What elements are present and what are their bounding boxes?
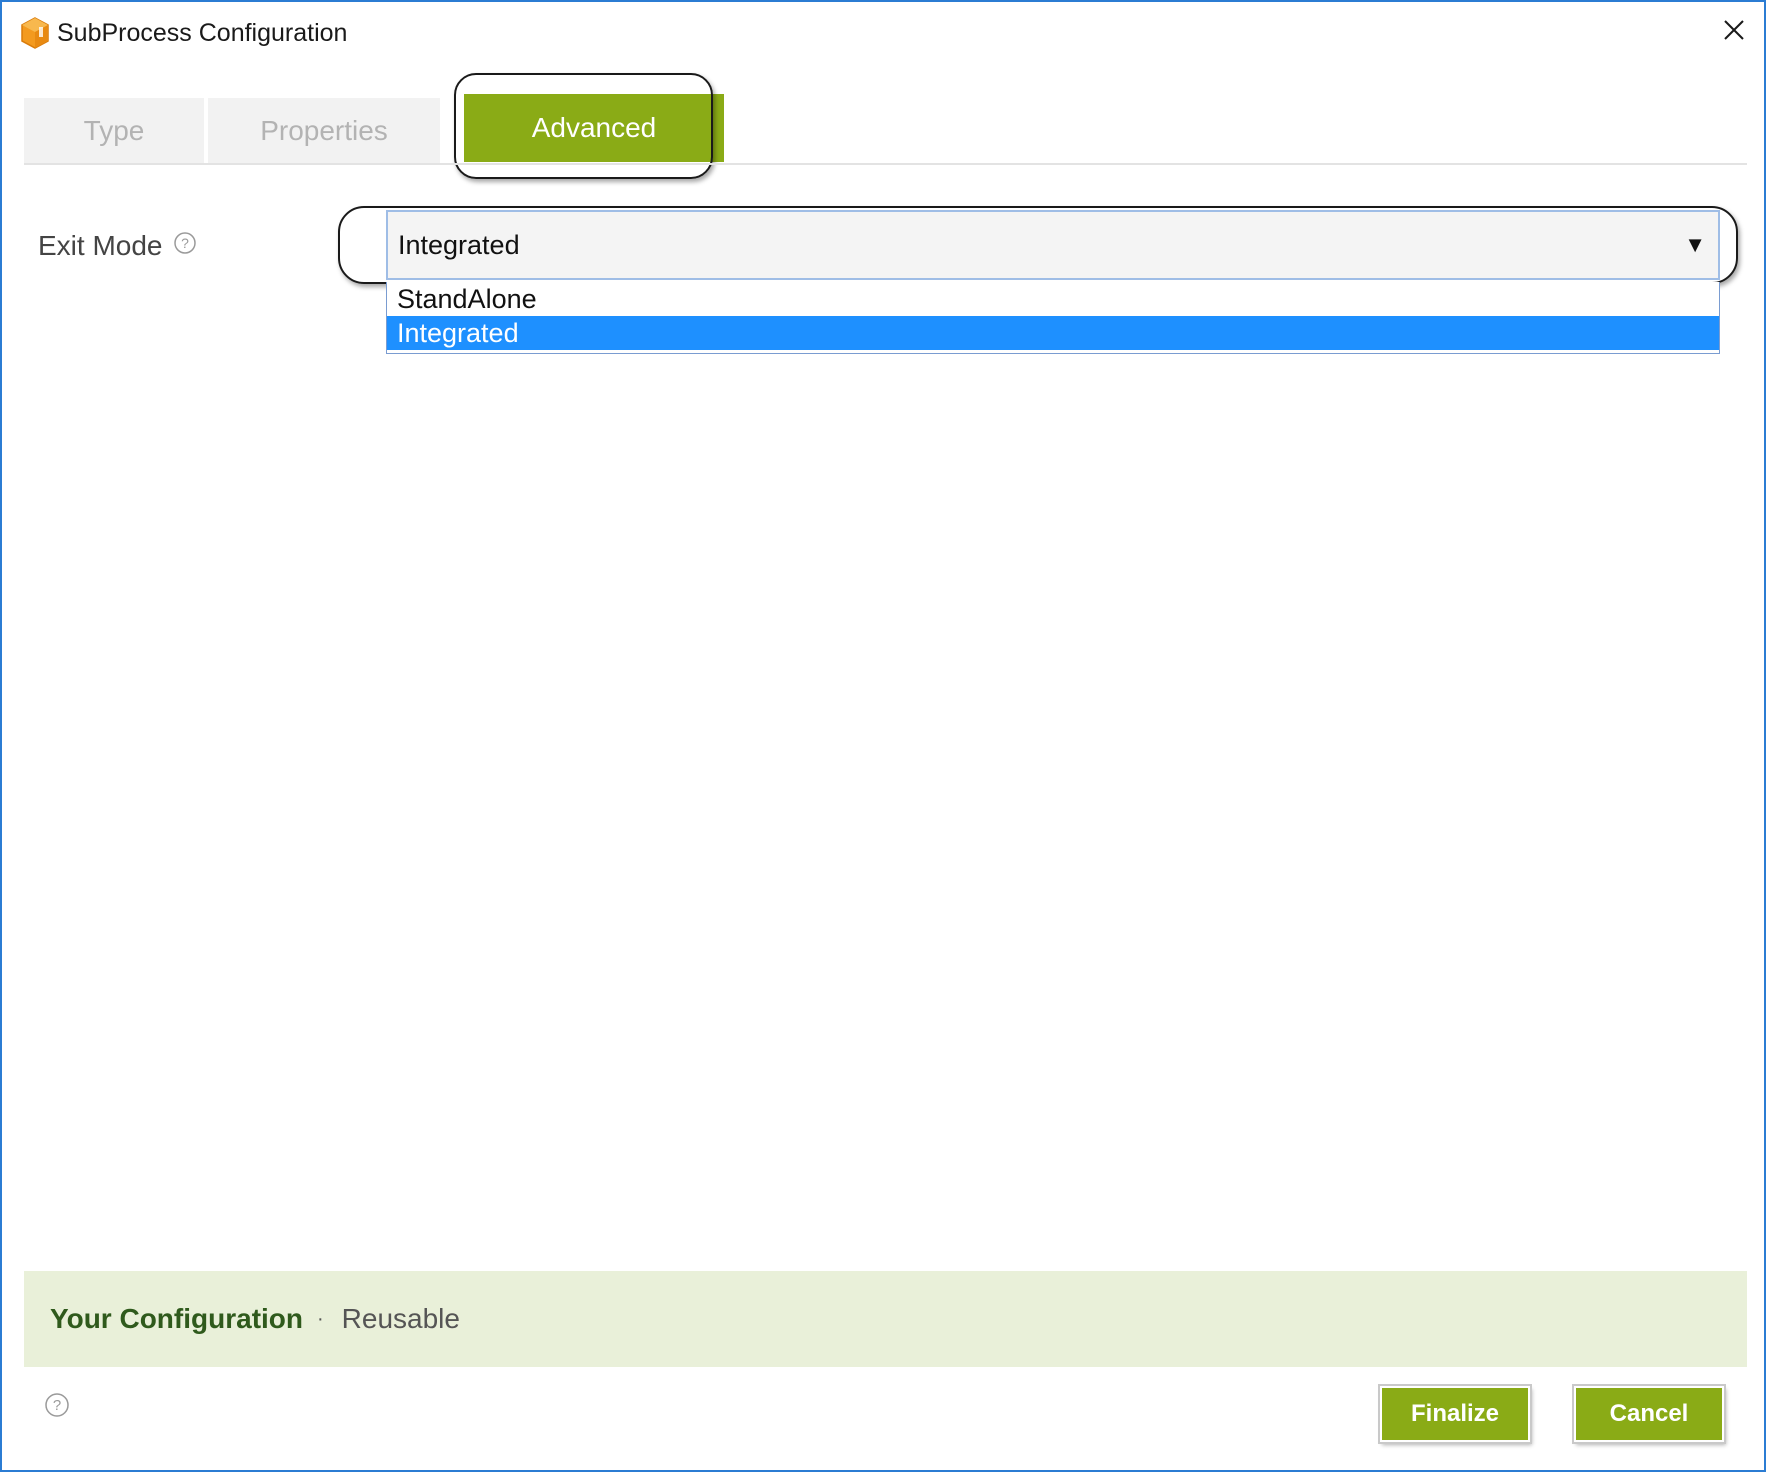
configuration-separator: · — [317, 1307, 324, 1330]
configuration-title: Your Configuration — [50, 1303, 303, 1334]
svg-text:?: ? — [53, 1397, 61, 1414]
question-circle-icon[interactable]: ? — [173, 230, 197, 262]
close-button[interactable] — [1712, 12, 1756, 52]
tab-divider — [24, 163, 1747, 165]
tab-bar: Type Properties Advanced — [24, 92, 1747, 164]
exit-mode-select[interactable]: Integrated ▼ — [386, 210, 1720, 280]
tab-advanced[interactable]: Advanced — [462, 92, 726, 164]
exit-mode-row: Exit Mode ? — [38, 230, 197, 262]
finalize-button[interactable]: Finalize — [1380, 1386, 1530, 1442]
tab-properties[interactable]: Properties — [208, 98, 440, 164]
chevron-down-icon: ▼ — [1684, 232, 1706, 257]
exit-mode-label: Exit Mode — [38, 230, 163, 261]
window-title: SubProcess Configuration — [57, 19, 348, 47]
configuration-summary: Your Configuration · Reusable — [24, 1271, 1747, 1367]
tab-type[interactable]: Type — [24, 98, 204, 164]
question-circle-icon: ? — [44, 1393, 70, 1422]
cancel-button[interactable]: Cancel — [1574, 1386, 1724, 1442]
exit-mode-selected-value: Integrated — [398, 229, 520, 260]
footer-help-button[interactable]: ? — [44, 1392, 70, 1423]
box-icon — [20, 16, 50, 50]
exit-mode-dropdown-list: StandAlone Integrated — [386, 282, 1720, 354]
dialog-window: SubProcess Configuration Type Properties… — [0, 0, 1766, 1472]
configuration-value: Reusable — [341, 1303, 460, 1334]
title-bar: SubProcess Configuration — [2, 2, 1764, 64]
option-standalone[interactable]: StandAlone — [387, 282, 1719, 316]
svg-text:?: ? — [181, 235, 189, 251]
close-icon — [1723, 19, 1745, 46]
option-integrated[interactable]: Integrated — [387, 316, 1719, 350]
